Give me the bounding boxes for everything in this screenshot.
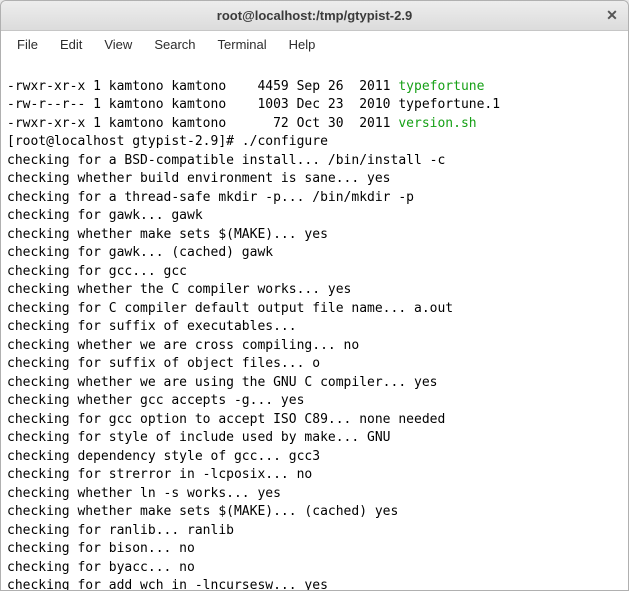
output-line: checking for gcc option to accept ISO C8… (7, 412, 445, 427)
output-line: -rwxr-xr-x 1 kamtono kamtono 72 Oct 30 2… (7, 116, 477, 131)
output-line: checking for a thread-safe mkdir -p... /… (7, 190, 414, 205)
menu-file[interactable]: File (7, 34, 48, 55)
output-line: checking for style of include used by ma… (7, 430, 391, 445)
menu-help[interactable]: Help (279, 34, 326, 55)
output-line: checking whether make sets $(MAKE)... ye… (7, 227, 328, 242)
output-line: checking for gcc... gcc (7, 264, 187, 279)
file-executable: version.sh (398, 116, 476, 131)
close-icon[interactable]: ✕ (604, 8, 620, 24)
output-line: checking whether build environment is sa… (7, 171, 391, 186)
ls-entry: -rwxr-xr-x 1 kamtono kamtono 72 Oct 30 2… (7, 116, 398, 131)
output-line: checking for strerror in -lcposix... no (7, 467, 312, 482)
titlebar: root@localhost:/tmp/gtypist-2.9 ✕ (1, 1, 628, 31)
menu-view[interactable]: View (94, 34, 142, 55)
output-line: checking whether the C compiler works...… (7, 282, 351, 297)
output-line: checking for suffix of object files... o (7, 356, 320, 371)
output-line: checking for suffix of executables... (7, 319, 297, 334)
output-line: checking for gawk... gawk (7, 208, 203, 223)
output-line: -rw-r--r-- 1 kamtono kamtono 1003 Dec 23… (7, 97, 500, 112)
output-line: checking whether gcc accepts -g... yes (7, 393, 304, 408)
output-line: checking for ranlib... ranlib (7, 523, 234, 538)
terminal-output[interactable]: -rwxr-xr-x 1 kamtono kamtono 4459 Sep 26… (1, 57, 628, 590)
menu-search[interactable]: Search (144, 34, 205, 55)
output-line: checking for bison... no (7, 541, 195, 556)
menu-terminal[interactable]: Terminal (208, 34, 277, 55)
output-line: checking whether we are cross compiling.… (7, 338, 359, 353)
output-line: checking for C compiler default output f… (7, 301, 453, 316)
menu-edit[interactable]: Edit (50, 34, 92, 55)
output-line: checking whether ln -s works... yes (7, 486, 281, 501)
output-line: checking whether make sets $(MAKE)... (c… (7, 504, 398, 519)
window-title: root@localhost:/tmp/gtypist-2.9 (1, 8, 628, 23)
output-line: checking for add_wch in -lncursesw... ye… (7, 578, 328, 590)
output-line: checking for gawk... (cached) gawk (7, 245, 273, 260)
terminal-window: root@localhost:/tmp/gtypist-2.9 ✕ File E… (0, 0, 629, 591)
file-executable: typefortune (398, 79, 484, 94)
ls-entry: -rwxr-xr-x 1 kamtono kamtono 4459 Sep 26… (7, 79, 398, 94)
output-line: checking for a BSD-compatible install...… (7, 153, 445, 168)
output-line: -rwxr-xr-x 1 kamtono kamtono 4459 Sep 26… (7, 79, 484, 94)
output-line: checking whether we are using the GNU C … (7, 375, 437, 390)
output-line: checking dependency style of gcc... gcc3 (7, 449, 320, 464)
output-line: checking for byacc... no (7, 560, 195, 575)
prompt-line: [root@localhost gtypist-2.9]# ./configur… (7, 134, 328, 149)
menubar: File Edit View Search Terminal Help (1, 31, 628, 57)
